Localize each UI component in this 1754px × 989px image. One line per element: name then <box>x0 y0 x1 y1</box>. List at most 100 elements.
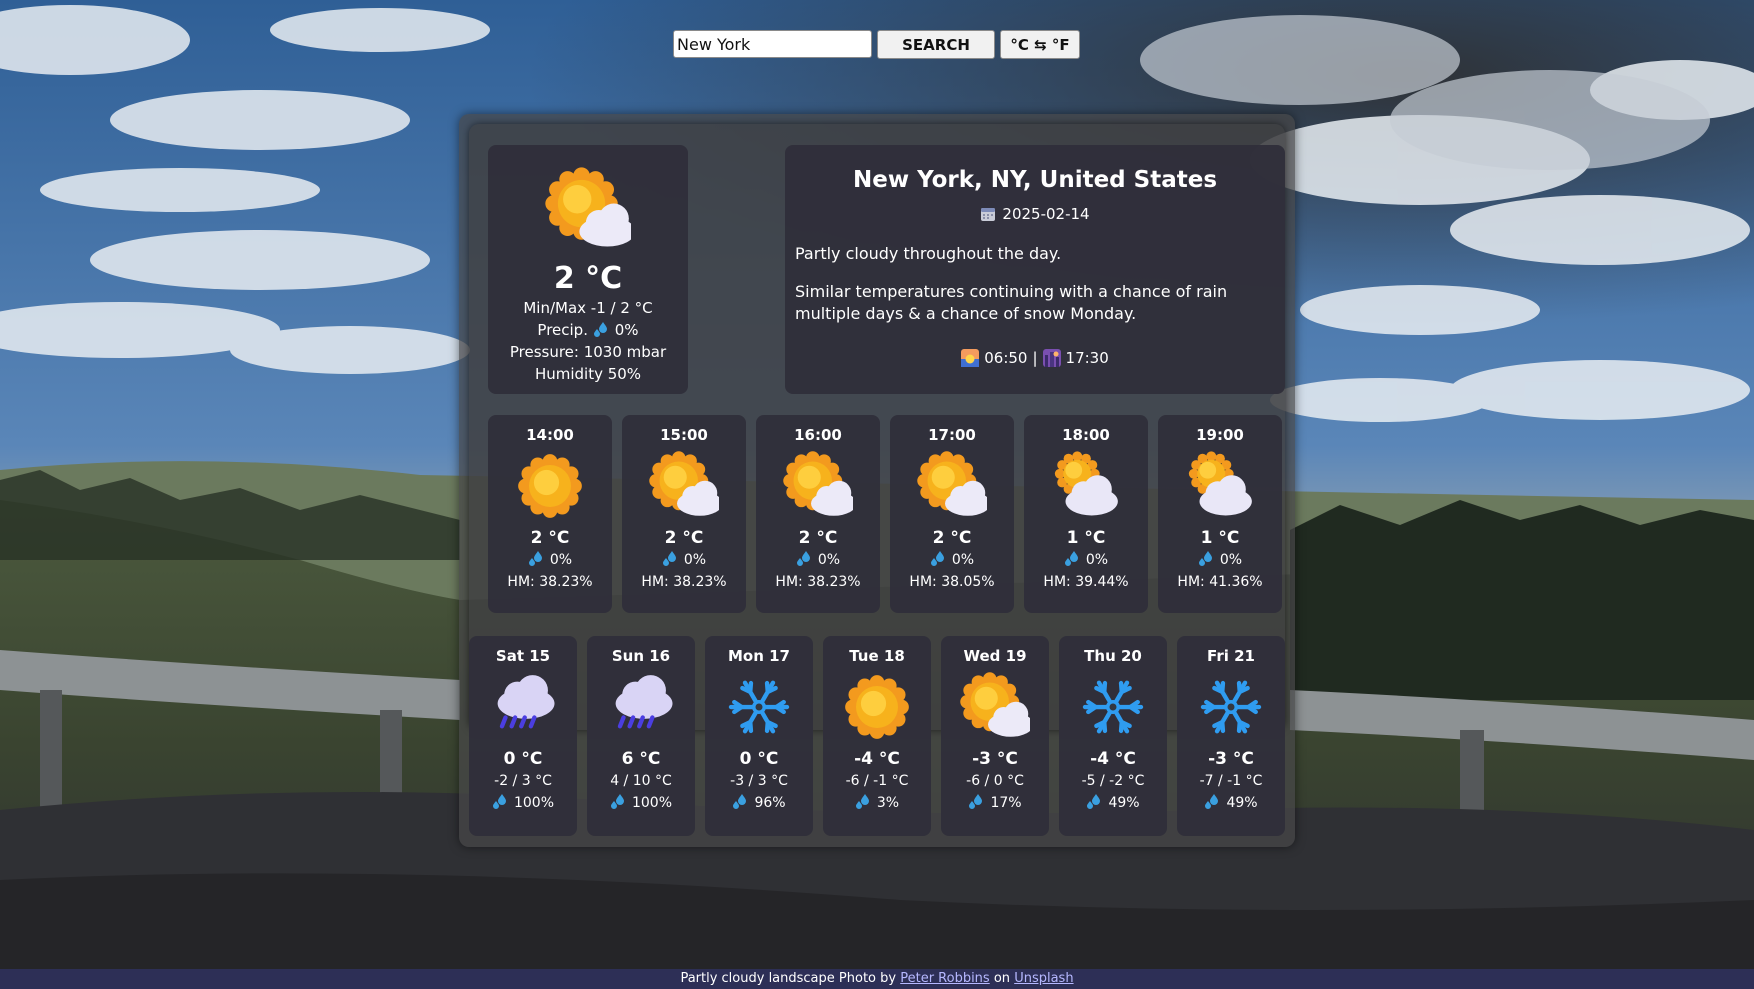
description-today: Partly cloudy throughout the day. <box>795 244 1062 263</box>
hourly-card: 17:00 2 °C 0% HM: 38.05% <box>890 415 1014 613</box>
hour-humidity: HM: 38.23% <box>507 574 593 590</box>
sun-separator: | <box>1032 349 1038 367</box>
raindrops-icon <box>662 551 676 566</box>
current-pressure: Pressure: 1030 mbar <box>509 343 667 361</box>
hour-label: 15:00 <box>660 426 708 444</box>
hour-precip: 0% <box>1158 549 1282 571</box>
rain-icon <box>497 675 555 729</box>
description-outlook: Similar temperatures continuing with a c… <box>795 282 1228 323</box>
search-button[interactable]: SEARCH <box>877 30 995 59</box>
day-label: Wed 19 <box>963 647 1027 665</box>
forecast-description: Partly cloudy throughout the day. Simila… <box>785 243 1285 325</box>
hour-precip: 0% <box>1024 549 1148 571</box>
hourly-card: 16:00 2 °C 0% HM: 38.23% <box>756 415 880 613</box>
sunset-time: 17:30 <box>1065 349 1109 367</box>
raindrops-icon <box>610 794 624 809</box>
current-temperature: 2 °C <box>553 261 623 296</box>
day-label: Tue 18 <box>849 647 905 665</box>
day-minmax: -2 / 3 °C <box>494 773 552 789</box>
raindrops-icon <box>1064 551 1078 566</box>
hourly-card: 14:00 2 °C 0% HM: 38.23% <box>488 415 612 613</box>
sunrise-time: 06:50 <box>984 349 1028 367</box>
day-label: Sun 16 <box>611 647 671 665</box>
hour-precip-value: 0% <box>817 552 841 568</box>
snowflake-icon <box>1200 680 1262 734</box>
location-title: New York, NY, United States <box>852 167 1218 193</box>
author-link[interactable]: Peter Robbins <box>900 971 989 986</box>
hour-humidity: HM: 39.44% <box>1043 574 1129 590</box>
day-precip: 17% <box>941 792 1049 814</box>
raindrops-icon <box>733 794 747 809</box>
hour-label: 17:00 <box>928 426 976 444</box>
raindrops-icon <box>969 794 983 809</box>
day-temp: -3 °C <box>972 749 1018 769</box>
day-label: Sat 15 <box>495 647 551 665</box>
day-precip: 3% <box>823 792 931 814</box>
hour-precip-value: 0% <box>1219 552 1243 568</box>
day-minmax: -5 / -2 °C <box>1081 773 1145 789</box>
search-bar: SEARCH °C ⇆ °F <box>673 30 1080 59</box>
hour-precip: 0% <box>756 549 880 571</box>
daily-card: Sat 15 0 °C -2 / 3 °C 100% <box>469 636 577 836</box>
date-row: 2025-02-14 <box>785 205 1285 223</box>
photo-credit-footer: Partly cloudy landscape Photo by Peter R… <box>0 969 1754 989</box>
day-minmax: -3 / 3 °C <box>730 773 788 789</box>
day-temp: -4 °C <box>854 749 900 769</box>
day-precip: 49% <box>1177 792 1285 814</box>
daily-card: Fri 21 -3 °C -7 / -1 °C 49% <box>1177 636 1285 836</box>
hour-precip: 0% <box>890 549 1014 571</box>
day-minmax: -6 / 0 °C <box>966 773 1024 789</box>
hour-precip-value: 0% <box>549 552 573 568</box>
rain-icon <box>615 675 673 729</box>
raindrops-icon <box>1205 794 1219 809</box>
hour-temp: 2 °C <box>798 528 838 548</box>
credit-text: Partly cloudy landscape Photo by <box>680 971 897 986</box>
day-label: Mon 17 <box>727 647 790 665</box>
partly-cloudy-icon <box>960 672 1030 737</box>
partly-cloudy-icon <box>545 167 631 247</box>
daily-card: Tue 18 -4 °C -6 / -1 °C 3% <box>823 636 931 836</box>
raindrops-icon <box>593 322 607 337</box>
day-precip-value: 49% <box>1226 795 1258 811</box>
unsplash-link[interactable]: Unsplash <box>1014 971 1073 986</box>
snowflake-icon <box>1082 680 1144 734</box>
hour-temp: 1 °C <box>1200 528 1240 548</box>
weather-panel: 2 °C Min/Max -1 / 2 °C Precip. 0% Pressu… <box>459 114 1295 847</box>
mostly-cloudy-icon <box>1188 451 1252 516</box>
day-precip-value: 100% <box>631 795 673 811</box>
hour-precip-value: 0% <box>683 552 707 568</box>
partly-cloudy-icon <box>783 451 853 516</box>
day-minmax: -7 / -1 °C <box>1199 773 1263 789</box>
hour-label: 18:00 <box>1062 426 1110 444</box>
raindrops-icon <box>1087 794 1101 809</box>
day-precip: 100% <box>469 792 577 814</box>
hour-humidity: HM: 41.36% <box>1177 574 1263 590</box>
raindrops-icon <box>528 551 542 566</box>
city-search-input[interactable] <box>673 30 872 58</box>
day-label: Thu 20 <box>1084 647 1142 665</box>
raindrops-icon <box>492 794 506 809</box>
hour-label: 19:00 <box>1196 426 1244 444</box>
raindrops-icon <box>855 794 869 809</box>
sun-icon <box>518 454 582 518</box>
hour-temp: 1 °C <box>1066 528 1106 548</box>
day-temp: -3 °C <box>1208 749 1254 769</box>
precip-value: 0% <box>614 321 639 339</box>
current-conditions-card: 2 °C Min/Max -1 / 2 °C Precip. 0% Pressu… <box>488 145 688 394</box>
sun-icon <box>845 675 909 739</box>
partly-cloudy-icon <box>917 451 987 516</box>
unit-toggle-button[interactable]: °C ⇆ °F <box>1000 30 1080 59</box>
hour-temp: 2 °C <box>664 528 704 548</box>
hour-precip: 0% <box>488 549 612 571</box>
daily-card: Mon 17 0 °C -3 / 3 °C 96% <box>705 636 813 836</box>
day-precip-value: 17% <box>990 795 1022 811</box>
current-humidity: Humidity 50% <box>534 365 642 383</box>
current-precip: Precip. 0% <box>488 319 688 341</box>
day-temp: 0 °C <box>739 749 779 769</box>
snowflake-icon <box>728 680 790 734</box>
credit-on-text: on <box>993 971 1011 986</box>
hour-precip: 0% <box>622 549 746 571</box>
sunset-icon <box>1042 349 1061 367</box>
hour-temp: 2 °C <box>932 528 972 548</box>
day-label: Fri 21 <box>1207 647 1255 665</box>
